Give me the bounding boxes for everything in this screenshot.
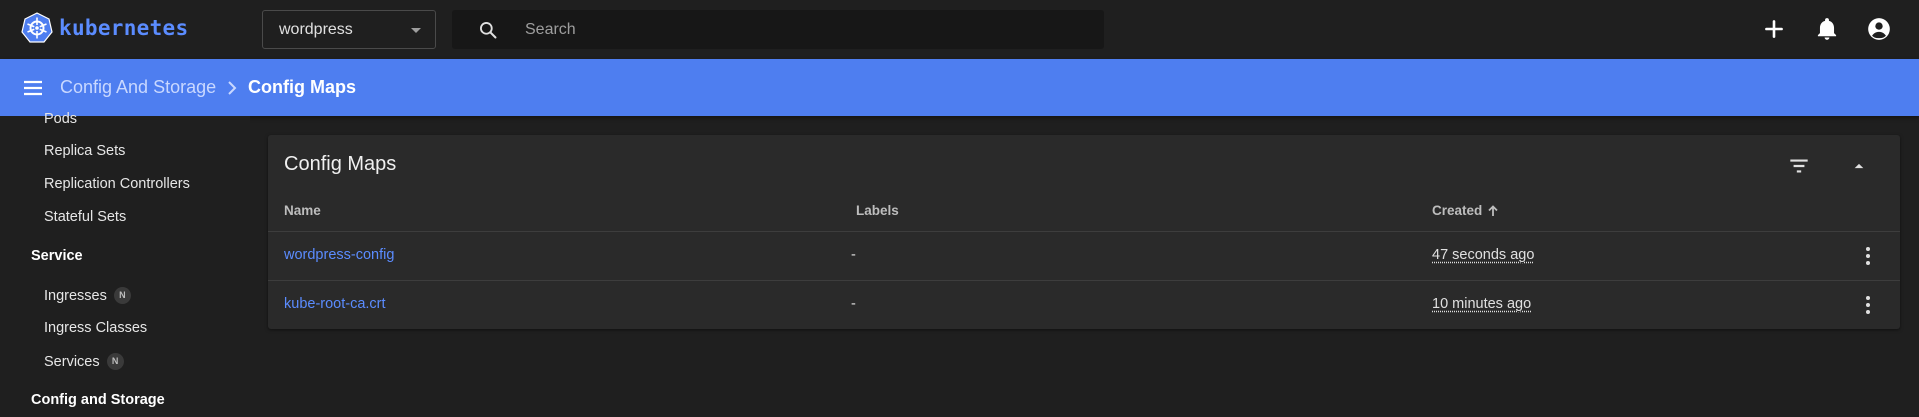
sidebar-item-stateful-sets[interactable]: Stateful Sets [44,209,126,225]
filter-icon[interactable] [1786,153,1812,179]
column-header-name[interactable]: Name [284,203,321,218]
sidebar-item-replica-sets[interactable]: Replica Sets [44,143,125,159]
column-header-label: Created [1432,203,1483,218]
labels-cell: - [851,296,856,312]
sidebar-item-replication-controllers[interactable]: Replication Controllers [44,176,190,192]
namespaced-badge: N [106,353,124,370]
column-header-created[interactable]: Created [1432,203,1500,218]
sidebar-item-services[interactable]: Services N [44,353,124,370]
column-header-labels: Labels [856,203,899,218]
table-row: kube-root-ca.crt - 10 minutes ago [268,280,1900,329]
account-circle-icon[interactable] [1866,16,1892,42]
more-vert-icon[interactable] [1856,293,1880,317]
search-input[interactable] [525,10,1085,49]
chevron-down-icon [411,28,421,33]
search-bar [452,10,1104,49]
config-maps-card: Config Maps Name Labels Created wordpres… [268,135,1900,329]
sidebar-item-ingress-classes[interactable]: Ingress Classes [44,320,147,336]
sidebar-section-config-and-storage[interactable]: Config and Storage [31,392,165,408]
sidebar-item-label: Ingresses [44,287,107,304]
sidebar-item-label: Services [44,353,100,370]
card-title: Config Maps [284,153,397,175]
page-title: Config Maps [248,77,356,97]
table-row: wordpress-config - 47 seconds ago [268,231,1900,280]
sidebar-item-pods[interactable]: Pods [44,111,77,127]
top-bar: kubernetes wordpress [0,0,1919,59]
column-header-label: Labels [856,203,899,218]
brand-logo-link[interactable]: kubernetes [21,12,188,44]
namespace-selected-value: wordpress [279,20,353,38]
sidebar-section-service[interactable]: Service [31,248,83,264]
add-icon[interactable] [1761,16,1787,42]
kubernetes-logo-icon [21,12,53,43]
created-age: 10 minutes ago [1432,296,1532,312]
chevron-up-icon[interactable] [1846,153,1872,179]
chevron-right-icon [228,81,237,95]
sidebar-item-ingresses[interactable]: Ingresses N [44,287,131,304]
more-vert-icon[interactable] [1856,244,1880,268]
sidebar: Pods Replica Sets Replication Controller… [0,111,250,417]
breadcrumb-parent-link[interactable]: Config And Storage [60,77,216,98]
breadcrumb: Config And Storage Config Maps [0,59,1919,116]
labels-cell: - [851,247,856,263]
namespaced-badge: N [113,287,131,304]
bell-icon[interactable] [1814,16,1840,42]
menu-icon[interactable] [21,76,45,100]
config-map-name-link[interactable]: wordpress-config [284,247,394,263]
column-header-label: Name [284,203,321,218]
search-icon[interactable] [478,20,498,40]
arrow-up-icon [1488,204,1498,216]
config-map-name-link[interactable]: kube-root-ca.crt [284,296,386,312]
namespace-select[interactable]: wordpress [262,10,436,49]
created-age: 47 seconds ago [1432,247,1535,263]
brand-name: kubernetes [59,16,189,40]
